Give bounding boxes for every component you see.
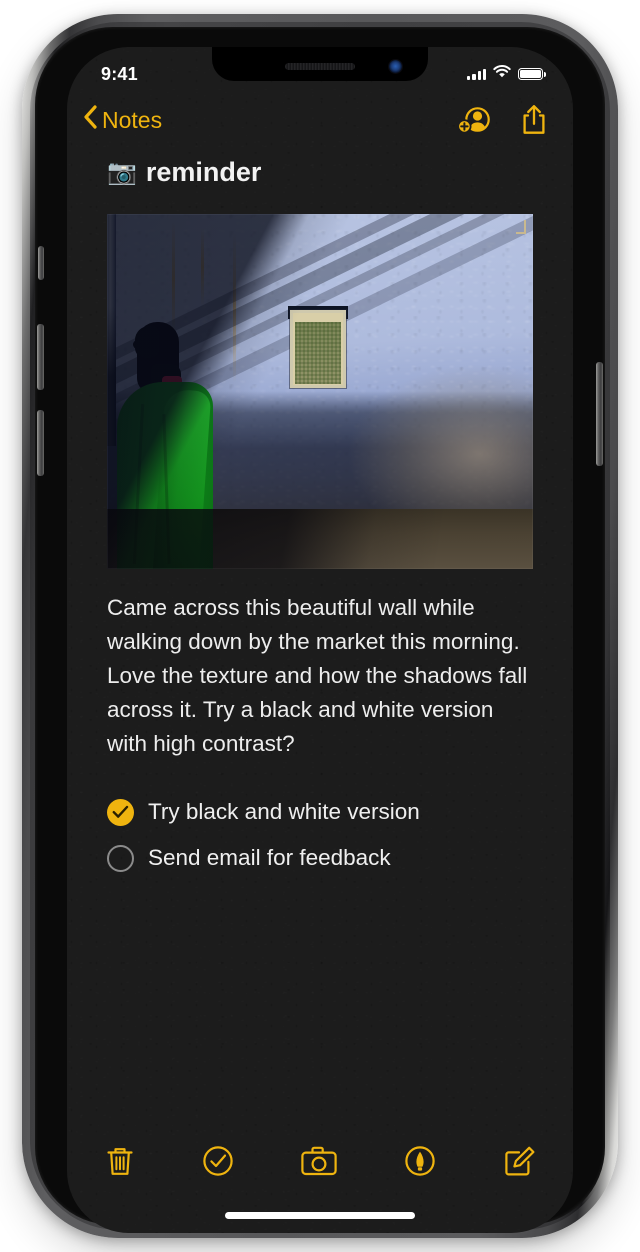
note-title: reminder [145, 157, 262, 187]
back-to-notes-button[interactable]: Notes [83, 105, 162, 135]
volume-down-button[interactable] [37, 410, 44, 476]
silent-switch[interactable] [38, 246, 44, 280]
note-toolbar [67, 1133, 573, 1189]
earpiece-speaker-icon [285, 63, 355, 70]
compose-icon[interactable] [503, 1145, 535, 1177]
checklist-item-label: Send email for feedback [148, 844, 391, 870]
check-circle-icon[interactable] [202, 1145, 234, 1177]
camera-emoji: 📷 [107, 158, 137, 186]
navbar-actions [457, 104, 547, 136]
power-button[interactable] [596, 362, 603, 466]
camera-icon[interactable] [301, 1146, 337, 1176]
note-photo[interactable] [107, 214, 533, 570]
note-content: 📷 reminder Came across this beautiful wa… [67, 147, 573, 1149]
phone-screen: 9:41 Notes 📷 reminder Came across this b… [67, 47, 573, 1233]
note-checklist: Try black and white version Send email f… [107, 789, 533, 881]
checklist-item-unchecked[interactable]: Send email for feedback [107, 835, 533, 881]
share-icon[interactable] [521, 104, 547, 136]
checkbox-empty-icon[interactable] [107, 844, 134, 872]
back-button-label: Notes [102, 106, 163, 133]
chevron-left-icon [83, 105, 97, 135]
front-camera-icon [389, 60, 402, 73]
phone-device-frame: 9:41 Notes 📷 reminder Came across this b… [22, 14, 618, 1238]
checklist-item-checked[interactable]: Try black and white version [107, 789, 533, 835]
checklist-item-label: Try black and white version [148, 798, 420, 824]
photo-border [107, 214, 533, 569]
home-indicator[interactable] [225, 1212, 415, 1219]
note-body-text[interactable]: Came across this beautiful wall while wa… [107, 591, 533, 761]
signal-bars-icon [467, 68, 486, 80]
checkbox-checked-icon[interactable] [107, 798, 134, 826]
markup-pen-icon[interactable] [404, 1145, 436, 1177]
status-clock: 9:41 [101, 63, 138, 84]
battery-icon [518, 68, 546, 80]
trash-icon[interactable] [105, 1144, 135, 1178]
status-indicators [467, 65, 546, 83]
volume-up-button[interactable] [37, 324, 44, 390]
navigation-bar: Notes [67, 93, 573, 147]
add-person-icon[interactable] [457, 105, 491, 135]
notch [212, 47, 428, 81]
wifi-icon [493, 65, 511, 83]
note-title-row: 📷 reminder [107, 157, 533, 188]
